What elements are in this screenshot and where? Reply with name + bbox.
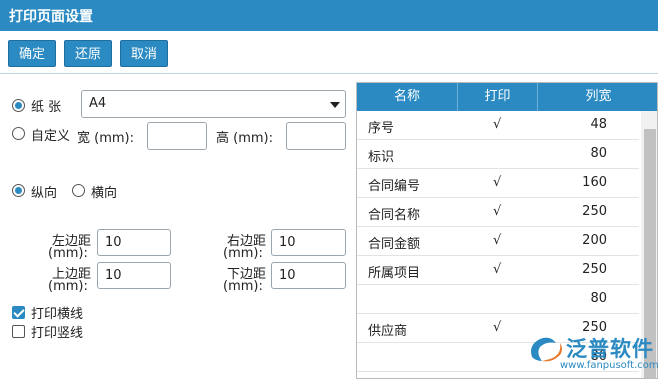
table-row[interactable]: 80 <box>357 285 639 314</box>
paper-size-select[interactable]: A4 <box>81 90 346 118</box>
table-row[interactable]: 合同金额 √ 200 <box>357 227 639 256</box>
table-header: 名称 打印 列宽 <box>357 83 657 111</box>
restore-button[interactable]: 还原 <box>64 40 112 67</box>
cell-name: 合同名称 <box>368 208 421 223</box>
table-row[interactable]: 合同名称 √ 250 <box>357 198 639 227</box>
top-margin-unit: (mm): <box>48 279 88 294</box>
print-vlines-checkbox[interactable] <box>12 325 25 338</box>
right-margin-unit: (mm): <box>223 246 263 261</box>
paper-size-radio[interactable] <box>12 99 25 112</box>
cell-name: 供应商 <box>368 324 408 339</box>
table-row[interactable]: 序号 √ 48 <box>357 111 639 140</box>
landscape-radio[interactable] <box>72 184 85 197</box>
brand-watermark: 泛普软件 www.fanpusoft.com <box>526 331 658 379</box>
cell-width[interactable]: 250 <box>582 204 607 219</box>
paper-size-value: A4 <box>89 96 107 111</box>
cell-width[interactable]: 160 <box>582 175 607 190</box>
table-row[interactable]: 所属项目 √ 250 <box>357 256 639 285</box>
left-margin-unit: (mm): <box>48 246 88 261</box>
cell-print[interactable]: √ <box>493 204 501 219</box>
bottom-margin-unit: (mm): <box>223 279 263 294</box>
cell-print[interactable]: √ <box>493 175 501 190</box>
chevron-down-icon <box>330 102 340 108</box>
cell-width[interactable]: 250 <box>582 262 607 277</box>
custom-size-radio[interactable] <box>12 127 25 140</box>
top-margin-input[interactable]: 10 <box>97 262 171 289</box>
cell-width[interactable]: 80 <box>590 146 607 161</box>
cell-print[interactable]: √ <box>493 233 501 248</box>
header-width[interactable]: 列宽 <box>538 83 657 111</box>
cell-name: 所属项目 <box>368 266 421 281</box>
height-label: 高 (mm): <box>216 131 273 146</box>
header-print[interactable]: 打印 <box>458 83 538 111</box>
cell-print[interactable]: √ <box>493 117 501 132</box>
cell-print[interactable]: √ <box>493 320 501 335</box>
portrait-radio[interactable] <box>12 184 25 197</box>
paper-size-label: 纸 张 <box>31 100 62 115</box>
cell-name: 合同编号 <box>368 179 421 194</box>
dialog-titlebar: 打印页面设置 <box>0 0 658 31</box>
height-input[interactable] <box>286 122 346 150</box>
cancel-button[interactable]: 取消 <box>120 40 168 67</box>
cell-width[interactable]: 80 <box>590 291 607 306</box>
bottom-margin-input[interactable]: 10 <box>271 262 346 289</box>
table-row[interactable]: 标识 80 <box>357 140 639 169</box>
width-label: 宽 (mm): <box>77 131 134 146</box>
landscape-label: 横向 <box>91 186 118 201</box>
confirm-button[interactable]: 确定 <box>8 40 56 67</box>
portrait-label: 纵向 <box>31 186 58 201</box>
width-input[interactable] <box>147 122 207 150</box>
cell-print[interactable]: √ <box>493 262 501 277</box>
print-hlines-checkbox[interactable] <box>12 306 25 319</box>
header-name[interactable]: 名称 <box>357 83 458 111</box>
cell-name: 合同金额 <box>368 237 421 252</box>
brand-url: www.fanpusoft.com <box>560 360 658 371</box>
print-hlines-label: 打印横线 <box>31 307 84 322</box>
dialog-title: 打印页面设置 <box>9 9 93 25</box>
table-row[interactable]: 合同编号 √ 160 <box>357 169 639 198</box>
custom-size-label: 自定义 <box>31 129 71 144</box>
right-margin-input[interactable]: 10 <box>271 229 346 256</box>
cell-name: 标识 <box>368 150 395 165</box>
brand-name: 泛普软件 <box>566 337 654 361</box>
cell-width[interactable]: 48 <box>590 117 607 132</box>
left-margin-input[interactable]: 10 <box>97 229 171 256</box>
cell-name: 序号 <box>368 121 395 136</box>
cell-width[interactable]: 200 <box>582 233 607 248</box>
print-vlines-label: 打印竖线 <box>31 326 84 341</box>
toolbar: 确定 还原 取消 <box>0 31 658 74</box>
